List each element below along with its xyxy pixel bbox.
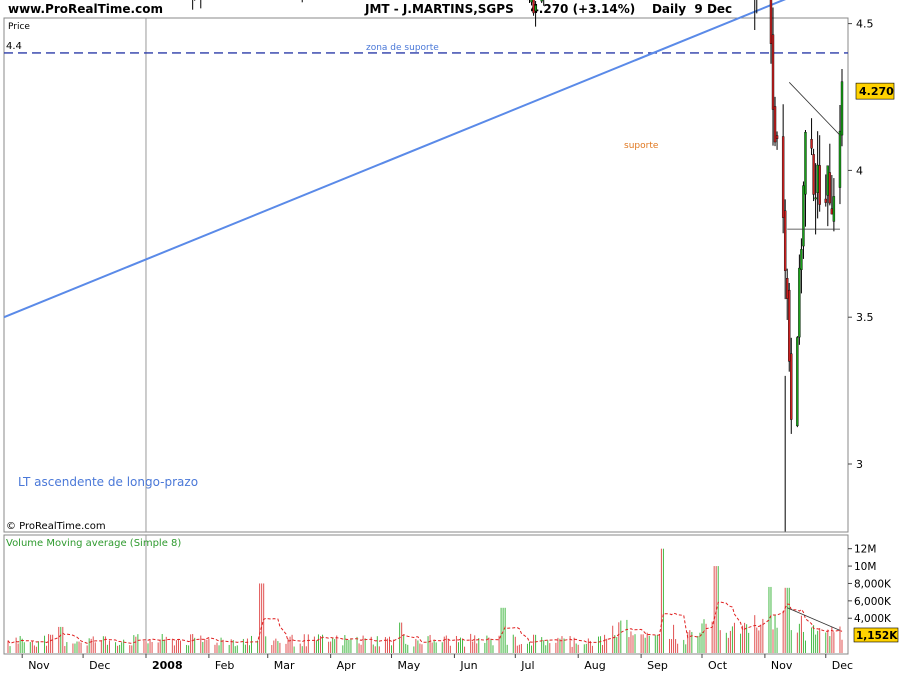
x-month-label: Jul (520, 659, 534, 672)
volume-tick-label: 8,000K (854, 578, 892, 590)
candle-body (814, 197, 817, 200)
volume-panel-label: Volume Moving average (Simple 8) (6, 538, 181, 549)
candle-body (786, 278, 789, 299)
volume-tick-label: 10M (854, 561, 876, 573)
x-month-label: Oct (708, 659, 728, 672)
candle-body (534, 5, 537, 12)
candle-body (830, 208, 834, 215)
candle-body (802, 185, 805, 247)
candle-body (828, 172, 832, 204)
stock-chart: 33.544.555.566.57Price© ProRealTime.com5… (3, 0, 899, 672)
x-month-label: Jun (459, 659, 477, 672)
candle-body (798, 267, 801, 338)
candle-body (783, 210, 787, 271)
price-panel: 33.544.555.566.57Price© ProRealTime.com5… (3, 0, 895, 533)
volume-panel-frame (3, 534, 849, 655)
price-tick-label: 3.5 (856, 311, 874, 324)
candle-body (816, 164, 819, 193)
candle-body (788, 289, 791, 362)
x-month-label: Dec (89, 659, 110, 672)
volume-tick-label: 4,000K (854, 613, 892, 625)
x-axis: Nov Dec 2008 Feb Mar Apr May Jun Jul Aug Sep Oct Nov… (21, 654, 853, 672)
candle-body (826, 165, 829, 196)
candle-body (781, 136, 785, 218)
candle-body (773, 106, 777, 143)
candle-body (804, 131, 807, 195)
trendline-annotation: LT ascendente de longo-prazo (18, 475, 198, 489)
volume-panel: Volume Moving average (Simple 8) 4,000K 6,… (3, 534, 899, 655)
candle-body (840, 81, 844, 136)
candle-body (775, 135, 779, 139)
level-label-3: 4.4 (6, 41, 22, 52)
x-month-label: Feb (215, 659, 234, 672)
x-month-label: Apr (337, 659, 357, 672)
copyright-label: © ProRealTime.com (6, 521, 106, 532)
candle-body (790, 353, 793, 420)
support-annotation: suporte (624, 141, 659, 151)
x-month-label: Nov (771, 659, 793, 672)
candle-body (540, 0, 543, 2)
x-month-label: Dec (832, 659, 853, 672)
volume-tick-label: 12M (854, 544, 876, 556)
last-price-tag-text: 4.270 (859, 85, 894, 98)
candle-body (532, 0, 535, 14)
candle-body (818, 165, 821, 205)
volume-tick-label: 6,000K (854, 596, 892, 608)
price-tick-label: 4 (856, 164, 863, 177)
candle-body (771, 34, 775, 110)
candle-body (810, 139, 813, 149)
candle-body (812, 154, 815, 195)
price-panel-label: Price (8, 22, 30, 32)
candle-body (769, 0, 773, 44)
x-month-label: Aug (584, 659, 605, 672)
level-annotation-3: zona de suporte (366, 43, 439, 53)
x-month-label: Mar (274, 659, 295, 672)
x-month-label: Sep (647, 659, 668, 672)
x-month-label: May (398, 659, 421, 672)
price-tick-label: 3 (856, 458, 863, 471)
x-month-label: 2008 (152, 659, 183, 672)
candle-body (796, 337, 799, 427)
x-month-label: Nov (28, 659, 50, 672)
candle-body (832, 196, 836, 222)
candle-body (824, 198, 827, 203)
last-volume-tag-text: 1,152K (856, 630, 898, 642)
price-tick-label: 4.5 (856, 18, 874, 31)
price-panel-frame (3, 17, 849, 533)
candle-body (838, 130, 842, 188)
candle-body (800, 249, 803, 270)
candle-body (530, 0, 533, 3)
